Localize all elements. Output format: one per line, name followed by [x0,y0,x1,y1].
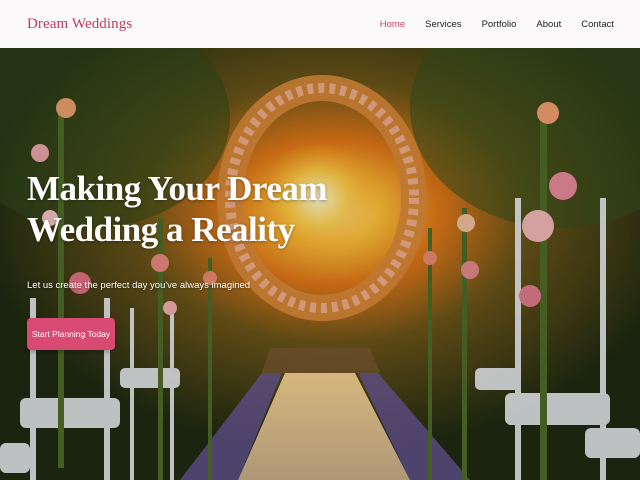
nav-services-link[interactable]: Services [425,19,461,30]
hero-background-image [0,48,640,480]
nav-portfolio-link[interactable]: Portfolio [482,19,517,30]
site-header: Dream Weddings Home Services Portfolio A… [0,0,640,48]
hero-subtitle: Let us create the perfect day you've alw… [27,280,251,291]
nav-about-link[interactable]: About [536,19,561,30]
nav-home-link[interactable]: Home [380,19,405,30]
main-nav: Home Services Portfolio About Contact [360,19,614,30]
hero-title: Making Your Dream Wedding a Reality [27,169,328,249]
start-planning-button[interactable]: Start Planning Today [27,318,115,350]
hero-section: Making Your Dream Wedding a Reality Let … [0,48,640,480]
nav-contact-link[interactable]: Contact [581,19,614,30]
brand-logo[interactable]: Dream Weddings [27,16,132,33]
